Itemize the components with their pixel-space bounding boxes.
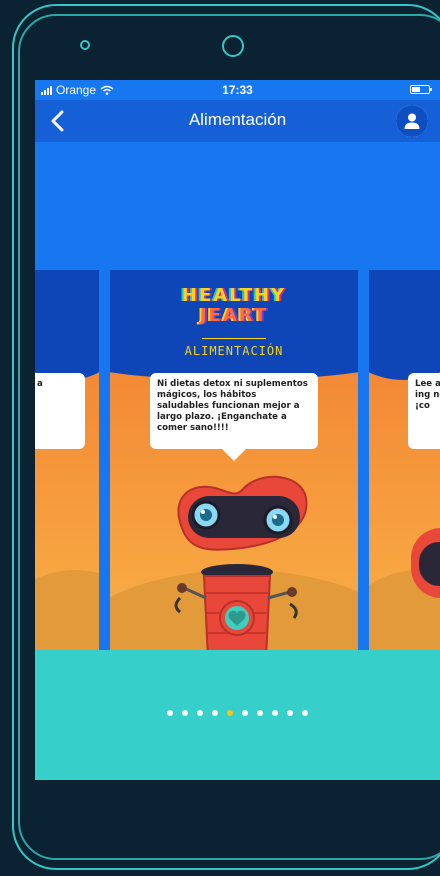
battery-icon xyxy=(410,85,432,94)
carousel[interactable]: a HEALTHY JEART ALIMENTACIÓN Ni dietas d… xyxy=(35,270,440,650)
pagination-dot[interactable] xyxy=(287,710,293,716)
logo-divider xyxy=(202,338,266,339)
sensor-icon xyxy=(80,40,90,50)
pagination-dots[interactable] xyxy=(35,710,440,716)
bubble-text: a xyxy=(37,379,43,389)
bubble-text: Ni dietas detox ni suplementos mágicos, … xyxy=(157,379,308,433)
pagination-dot[interactable] xyxy=(182,710,188,716)
status-bar: Orange 17:33 xyxy=(35,80,440,100)
phone-screen: Orange 17:33 Alimentación a HEALTHY JEAR… xyxy=(35,80,440,780)
speech-bubble: Ni dietas detox ni suplementos mágicos, … xyxy=(150,373,318,461)
pagination-dot[interactable] xyxy=(272,710,278,716)
nav-bar: Alimentación xyxy=(35,100,440,142)
status-time: 17:33 xyxy=(222,83,253,97)
robot-mascot-illustration xyxy=(174,475,308,650)
carousel-card-current[interactable]: HEALTHY JEART ALIMENTACIÓN Ni dietas det… xyxy=(110,270,358,650)
page-title: Alimentación xyxy=(188,110,287,129)
pagination-dot[interactable] xyxy=(257,710,263,716)
pagination-dot[interactable] xyxy=(212,710,218,716)
pagination-dot[interactable] xyxy=(227,710,233,716)
profile-button[interactable] xyxy=(396,105,428,137)
user-icon xyxy=(404,113,420,129)
speech-bubble: a xyxy=(35,373,85,449)
carousel-card-previous[interactable]: a xyxy=(35,270,99,650)
pagination-dot[interactable] xyxy=(242,710,248,716)
carousel-card-next[interactable]: Lee ali ing no ¡co xyxy=(369,270,440,650)
pagination-dot[interactable] xyxy=(197,710,203,716)
healthy-jeart-logo: HEALTHY JEART xyxy=(181,285,287,326)
speech-bubble: Lee ali ing no ¡co xyxy=(408,373,440,449)
section-label: ALIMENTACIÓN xyxy=(184,344,284,358)
pagination-dot[interactable] xyxy=(167,710,173,716)
pagination-dot[interactable] xyxy=(302,710,308,716)
camera-icon xyxy=(222,35,244,57)
bottom-panel xyxy=(35,650,440,780)
bubble-text: Lee ali ing no ¡co xyxy=(415,379,440,411)
